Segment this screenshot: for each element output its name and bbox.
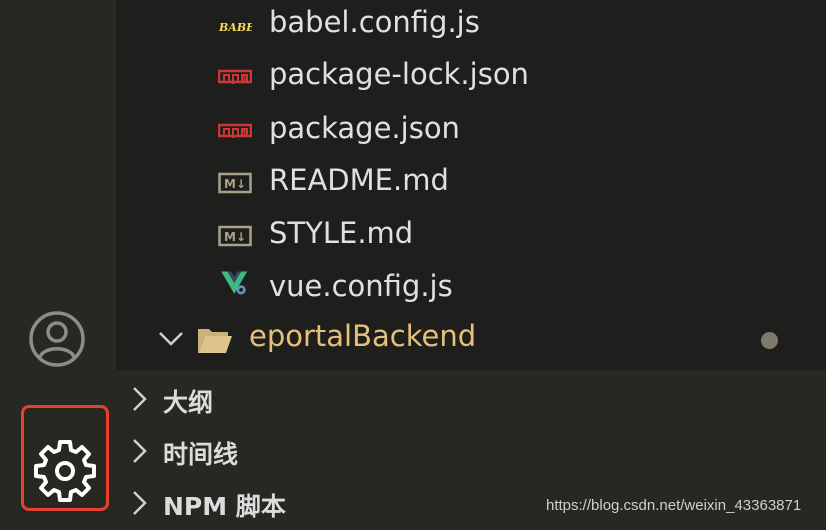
section-timeline[interactable]: 时间线 — [116, 426, 826, 478]
file-item-vue-config[interactable]: vue.config.js — [116, 264, 826, 316]
file-label: package.json — [269, 111, 460, 145]
file-label: vue.config.js — [269, 269, 453, 303]
folder-label: eportalBackend — [249, 319, 477, 353]
vue-config-icon — [221, 271, 248, 295]
watermark: https://blog.csdn.net/weixin_43363871 — [546, 497, 802, 514]
folder-item-eportalbackend[interactable]: eportalBackend — [116, 314, 826, 366]
chevron-right-icon[interactable] — [130, 436, 150, 466]
file-item-style[interactable]: M↓ STYLE.md — [116, 211, 826, 263]
section-outline[interactable]: 大纲 — [116, 374, 826, 426]
file-label: package-lock.json — [269, 57, 529, 91]
svg-text:M↓: M↓ — [224, 230, 246, 244]
manage-highlight — [21, 405, 109, 511]
markdown-icon: M↓ — [218, 225, 252, 247]
explorer-tree: BABEL babel.config.js package-lock.json … — [116, 0, 826, 370]
chevron-down-icon[interactable] — [158, 326, 184, 350]
npm-icon — [218, 123, 252, 138]
file-item-package-lock[interactable]: package-lock.json — [116, 52, 826, 104]
file-label: STYLE.md — [269, 216, 414, 250]
markdown-icon: M↓ — [218, 172, 252, 194]
file-item-babel-config[interactable]: BABEL babel.config.js — [116, 0, 826, 52]
chevron-right-icon[interactable] — [130, 384, 150, 414]
folder-open-icon — [198, 329, 232, 353]
babel-icon: BABEL — [218, 21, 252, 34]
npm-icon — [218, 69, 252, 84]
section-label: 时间线 — [163, 440, 239, 469]
activity-bar — [0, 0, 116, 526]
svg-text:M↓: M↓ — [224, 177, 246, 191]
file-item-package-json[interactable]: package.json — [116, 106, 826, 158]
chevron-right-icon[interactable] — [130, 488, 150, 518]
gear-icon[interactable] — [29, 435, 101, 507]
file-label: babel.config.js — [269, 5, 480, 39]
section-label: NPM 脚本 — [163, 492, 286, 521]
accounts-icon[interactable] — [28, 310, 86, 368]
modified-dot-icon — [761, 332, 778, 349]
file-item-readme[interactable]: M↓ README.md — [116, 158, 826, 210]
svg-text:BABEL: BABEL — [218, 21, 252, 34]
section-label: 大纲 — [163, 388, 214, 417]
file-label: README.md — [269, 163, 449, 197]
